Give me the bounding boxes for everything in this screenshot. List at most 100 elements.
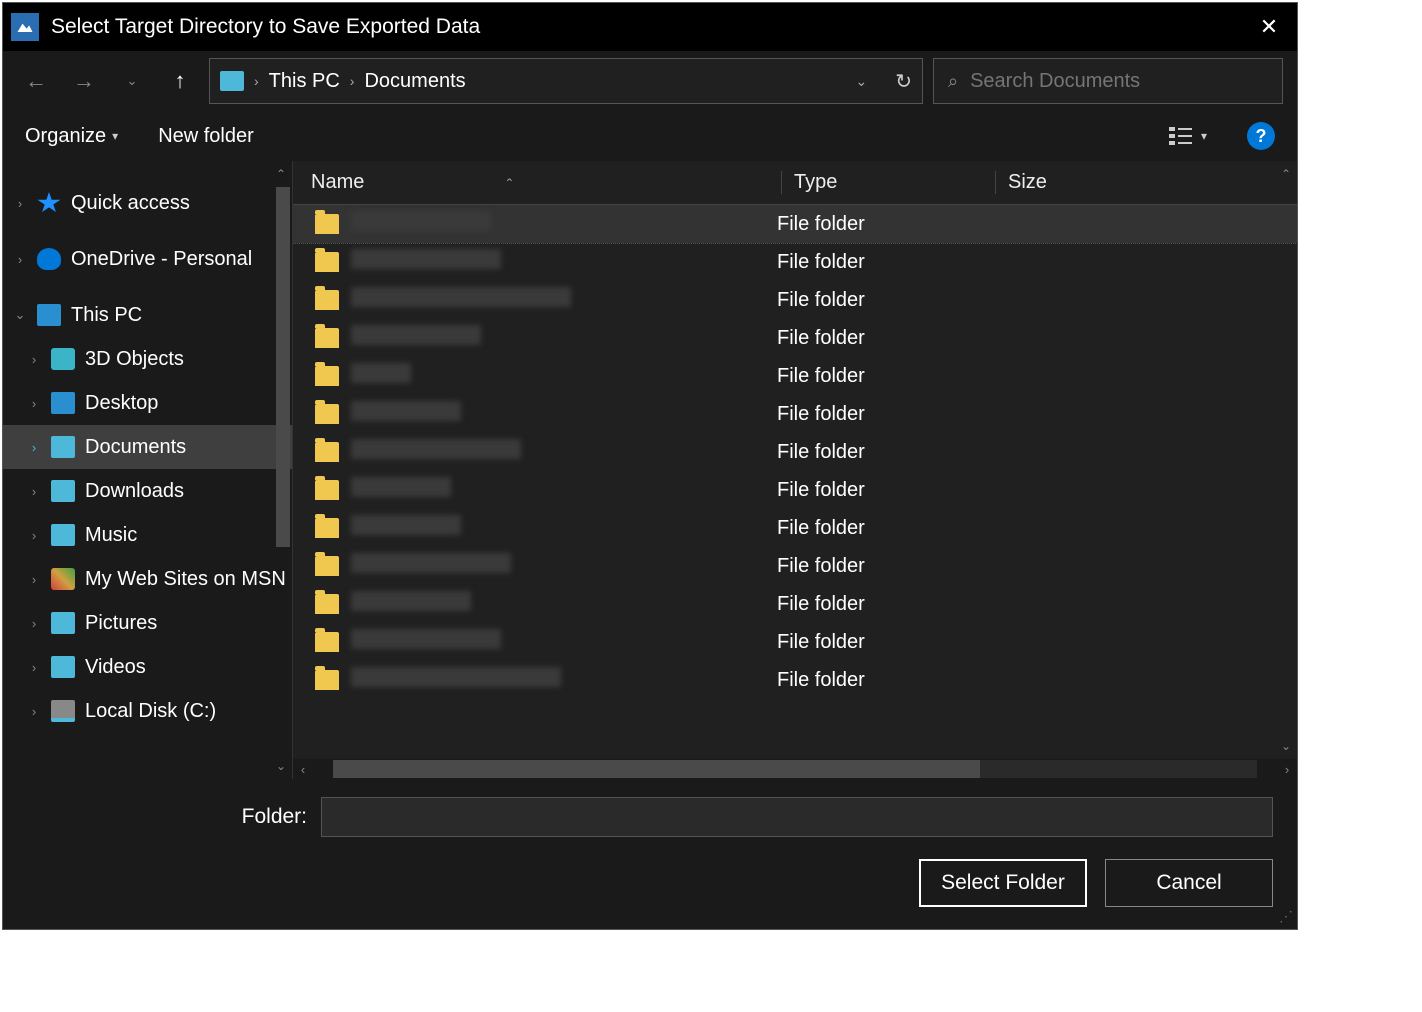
tree-label: OneDrive - Personal [71, 248, 252, 271]
scroll-right-icon[interactable]: › [1277, 762, 1297, 777]
file-row[interactable]: File folder [293, 509, 1297, 547]
file-row[interactable]: File folder [293, 661, 1297, 699]
organize-menu[interactable]: Organize ▾ [25, 125, 118, 148]
tree-item-videos[interactable]: ›Videos [3, 645, 292, 689]
expand-icon[interactable]: › [27, 528, 41, 543]
tree-label: Desktop [85, 392, 158, 415]
expand-icon[interactable]: › [27, 660, 41, 675]
sort-asc-icon: ⌃ [504, 176, 514, 190]
search-input[interactable] [970, 70, 1268, 93]
desktop-icon [51, 392, 75, 414]
folder-input[interactable] [321, 797, 1273, 837]
scroll-up-icon[interactable]: ⌃ [272, 165, 290, 183]
file-row[interactable]: File folder [293, 585, 1297, 623]
tree-quick-access[interactable]: › Quick access [3, 181, 292, 225]
expand-icon[interactable]: › [13, 252, 27, 267]
folder-icon [315, 556, 339, 576]
file-row[interactable]: File folder [293, 395, 1297, 433]
expand-icon[interactable]: › [27, 352, 41, 367]
file-row[interactable]: File folder [293, 623, 1297, 661]
tree-item-my-web-sites-on-msn[interactable]: ›My Web Sites on MSN [3, 557, 292, 601]
file-row[interactable]: File folder [293, 471, 1297, 509]
expand-icon[interactable]: › [27, 704, 41, 719]
scroll-down-icon[interactable]: ⌄ [272, 757, 290, 775]
scroll-up-icon[interactable]: ⌃ [1277, 165, 1295, 183]
expand-icon[interactable]: › [27, 396, 41, 411]
breadcrumb-current[interactable]: Documents [364, 70, 465, 93]
file-type: File folder [777, 517, 991, 540]
web-icon [51, 568, 75, 590]
column-size-header[interactable]: Size [995, 171, 1297, 194]
file-row[interactable]: File folder [293, 319, 1297, 357]
file-row[interactable]: File folder [293, 357, 1297, 395]
up-button[interactable]: ↑ [161, 62, 199, 100]
file-name [351, 211, 777, 237]
file-type: File folder [777, 631, 991, 654]
file-row[interactable]: File folder [293, 243, 1297, 281]
nav-bar: ← → ⌄ ↑ › This PC › Documents ⌄ ↻ ⌕ [3, 51, 1297, 111]
forward-button[interactable]: → [65, 62, 103, 100]
down-icon [51, 480, 75, 502]
tree-item-pictures[interactable]: ›Pictures [3, 601, 292, 645]
nav-tree: ⌃ › Quick access › OneDrive - Personal ⌄ [3, 161, 293, 779]
scrollbar-thumb[interactable] [333, 760, 980, 778]
music-icon [51, 524, 75, 546]
tree-onedrive[interactable]: › OneDrive - Personal [3, 237, 292, 281]
scroll-down-icon[interactable]: ⌄ [1277, 737, 1295, 755]
file-type: File folder [777, 593, 991, 616]
tree-item-3d-objects[interactable]: ›3D Objects [3, 337, 292, 381]
doc-icon [51, 436, 75, 458]
file-row[interactable]: File folder [293, 433, 1297, 471]
tree-item-downloads[interactable]: ›Downloads [3, 469, 292, 513]
folder-icon [315, 290, 339, 310]
tree-item-documents[interactable]: ›Documents [3, 425, 292, 469]
tree-item-local-disk-c-[interactable]: ›Local Disk (C:) [3, 689, 292, 733]
file-type: File folder [777, 669, 991, 692]
file-type: File folder [777, 213, 991, 236]
file-type: File folder [777, 251, 991, 274]
refresh-button[interactable]: ↻ [895, 69, 912, 94]
file-name [351, 287, 777, 313]
expand-icon[interactable]: › [27, 484, 41, 499]
horizontal-scrollbar[interactable]: ‹ › [293, 759, 1297, 779]
pc-icon [37, 304, 61, 326]
file-row[interactable]: File folder [293, 281, 1297, 319]
path-dropdown[interactable]: ⌄ [856, 73, 868, 90]
star-icon [37, 192, 61, 214]
collapse-icon[interactable]: ⌄ [13, 307, 27, 323]
close-button[interactable]: ✕ [1249, 7, 1289, 47]
column-name-header[interactable]: Name ⌃ [311, 171, 781, 194]
select-folder-button[interactable]: Select Folder [919, 859, 1087, 907]
folder-icon [220, 71, 244, 91]
file-pane: ⌃ Name ⌃ Type Size File folderFile folde… [293, 161, 1297, 779]
expand-icon[interactable]: › [27, 572, 41, 587]
folder-label: Folder: [27, 805, 307, 829]
address-bar[interactable]: › This PC › Documents ⌄ ↻ [209, 58, 923, 104]
view-mode-button[interactable]: ▾ [1169, 127, 1207, 145]
breadcrumb-root[interactable]: This PC [269, 70, 340, 93]
expand-icon[interactable]: › [27, 440, 41, 455]
file-type: File folder [777, 327, 991, 350]
tree-this-pc[interactable]: ⌄ This PC [3, 293, 292, 337]
scroll-left-icon[interactable]: ‹ [293, 762, 313, 777]
recent-dropdown[interactable]: ⌄ [113, 62, 151, 100]
column-label: Name [311, 171, 364, 194]
cancel-button[interactable]: Cancel [1105, 859, 1273, 907]
tree-item-music[interactable]: ›Music [3, 513, 292, 557]
resize-grip-icon[interactable]: ⋰ [1279, 908, 1293, 925]
new-folder-button[interactable]: New folder [158, 125, 254, 148]
back-button[interactable]: ← [17, 62, 55, 100]
help-button[interactable]: ? [1247, 122, 1275, 150]
scrollbar-thumb[interactable] [276, 187, 290, 547]
folder-icon [315, 404, 339, 424]
column-type-header[interactable]: Type [781, 171, 995, 194]
tree-item-desktop[interactable]: › Desktop [3, 381, 292, 425]
search-box[interactable]: ⌕ [933, 58, 1283, 104]
search-icon: ⌕ [948, 71, 958, 92]
toolbar: Organize ▾ New folder ▾ ? [3, 111, 1297, 161]
expand-icon[interactable]: › [13, 196, 27, 211]
file-type: File folder [777, 555, 991, 578]
file-row[interactable]: File folder [293, 547, 1297, 585]
file-row[interactable]: File folder [293, 205, 1297, 243]
expand-icon[interactable]: › [27, 616, 41, 631]
